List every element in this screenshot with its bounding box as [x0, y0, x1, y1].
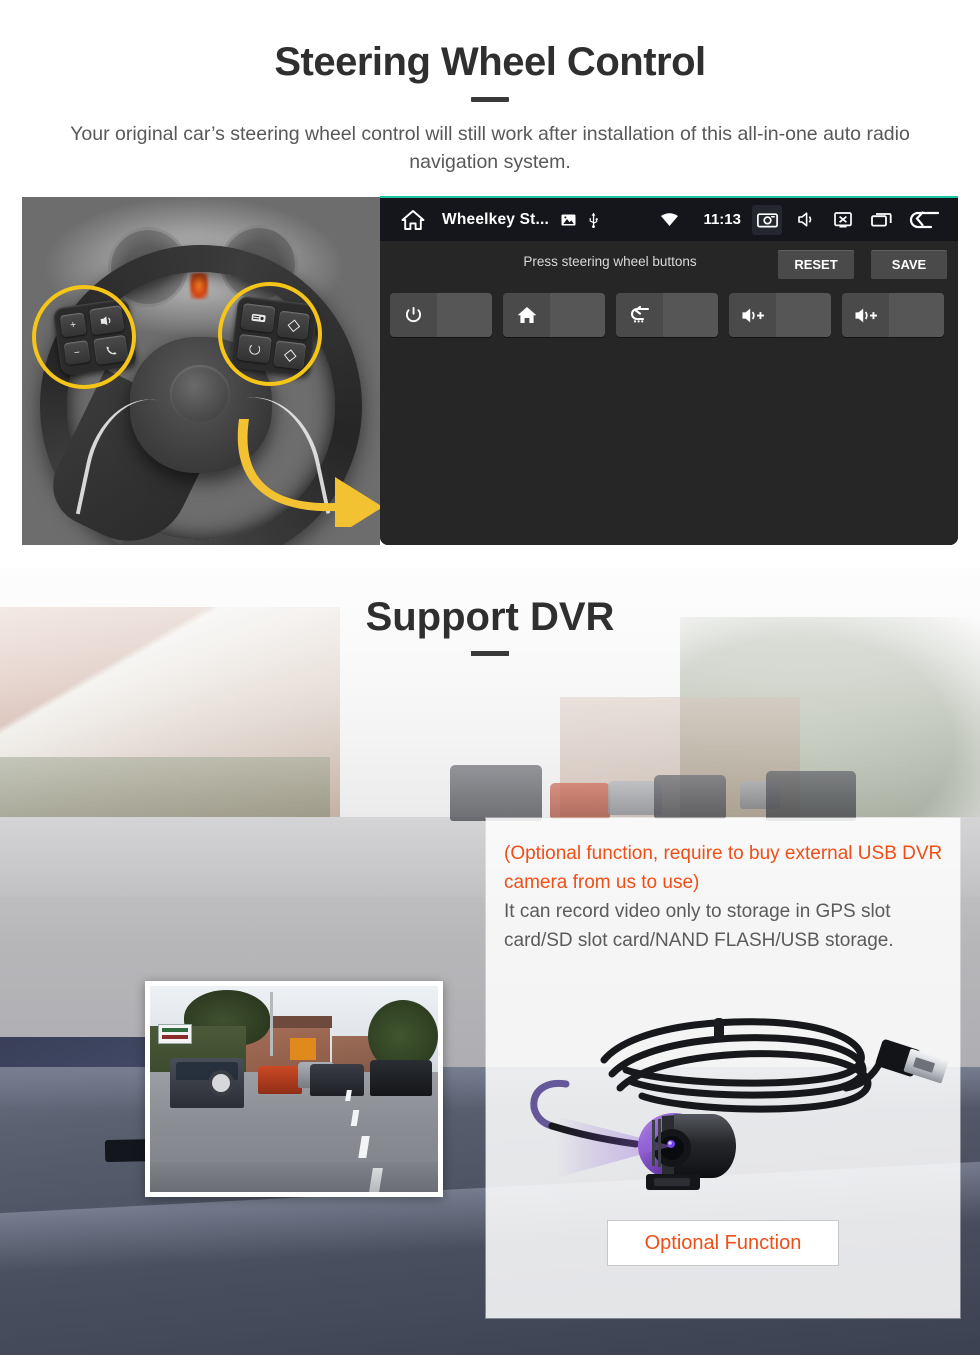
wheelkey-slot[interactable]	[776, 293, 831, 337]
thumb-car-dark	[310, 1064, 364, 1096]
home-icon	[503, 293, 550, 337]
usb-icon	[588, 212, 599, 228]
highlight-circle-right	[218, 282, 322, 386]
screen-off-icon[interactable]	[828, 205, 858, 235]
volume-up-icon	[729, 293, 776, 337]
usb-dvr-camera-photo	[486, 988, 960, 1228]
android-status-bar: Wheelkey St... 11:13	[380, 198, 958, 241]
wheelkey-assignment-grid	[390, 293, 950, 337]
wheelkey-slot[interactable]	[663, 293, 718, 337]
head-unit-body: Press steering wheel buttons RESET SAVE	[380, 241, 958, 545]
section-title-dvr: Support DVR	[365, 595, 615, 639]
dashcam-frame	[150, 986, 438, 1192]
save-button[interactable]: SAVE	[871, 250, 947, 279]
title-underline	[471, 97, 509, 102]
thumb-spare-tyre	[208, 1070, 234, 1096]
image-icon	[561, 213, 576, 227]
thumb-car-black	[370, 1060, 432, 1096]
recents-icon[interactable]	[866, 205, 896, 235]
dvr-storage-note: It can record video only to storage in G…	[504, 900, 894, 951]
wheelkey-row-volume-up-1[interactable]	[729, 293, 831, 337]
wheelkey-row-back[interactable]	[616, 293, 718, 337]
status-bar-clock: 11:13	[703, 211, 741, 228]
dvr-description: (Optional function, require to buy exter…	[504, 840, 944, 956]
thumb-car-red	[258, 1066, 302, 1094]
thumb-road-sign	[158, 1024, 192, 1044]
back-icon	[616, 293, 663, 337]
dvr-optional-note: (Optional function, require to buy exter…	[504, 843, 943, 893]
steering-wheel-photo: + −	[22, 197, 380, 545]
thumb-foreground-shade	[150, 1162, 438, 1192]
wheelkey-row-home[interactable]	[503, 293, 605, 337]
support-dvr-section: Support DVR (Optional function, require …	[0, 567, 980, 1355]
back-icon[interactable]	[904, 205, 944, 235]
wheelkey-row-volume-up-2[interactable]	[842, 293, 944, 337]
wheelkey-row-power[interactable]	[390, 293, 492, 337]
wheelkey-toolbar: Press steering wheel buttons RESET SAVE	[380, 241, 958, 288]
screenshot-icon[interactable]	[752, 204, 782, 235]
volume-up-icon	[842, 293, 889, 337]
home-icon[interactable]	[400, 207, 426, 233]
thumb-amber-sign	[290, 1038, 316, 1060]
mute-icon[interactable]	[790, 205, 820, 235]
power-icon	[390, 293, 437, 337]
wheelkey-slot[interactable]	[437, 293, 492, 337]
title-underline-dvr	[471, 651, 509, 656]
wheelkey-slot[interactable]	[550, 293, 605, 337]
optional-function-button[interactable]: Optional Function	[607, 1220, 839, 1266]
wheelkey-slot[interactable]	[889, 293, 944, 337]
product-feature-page: Steering Wheel Control Your original car…	[0, 0, 980, 1355]
instruction-text: Press steering wheel buttons	[523, 254, 697, 269]
app-title: Wheelkey St...	[442, 210, 550, 228]
page-title: Steering Wheel Control	[274, 40, 706, 84]
wifi-icon	[654, 205, 684, 235]
steering-wheel-control-section: Steering Wheel Control Your original car…	[0, 0, 980, 567]
thumb-lamp-post	[270, 992, 273, 1056]
dashcam-recording-thumbnail	[145, 981, 443, 1197]
reset-button[interactable]: RESET	[778, 250, 854, 279]
section-subtitle: Your original car’s steering wheel contr…	[70, 123, 910, 174]
yellow-arrow	[225, 397, 380, 527]
head-unit-screen: Wheelkey St... 11:13 Press steering whee…	[380, 196, 958, 545]
highlight-circle-left	[32, 285, 136, 389]
dvr-info-panel: (Optional function, require to buy exter…	[486, 818, 960, 1318]
